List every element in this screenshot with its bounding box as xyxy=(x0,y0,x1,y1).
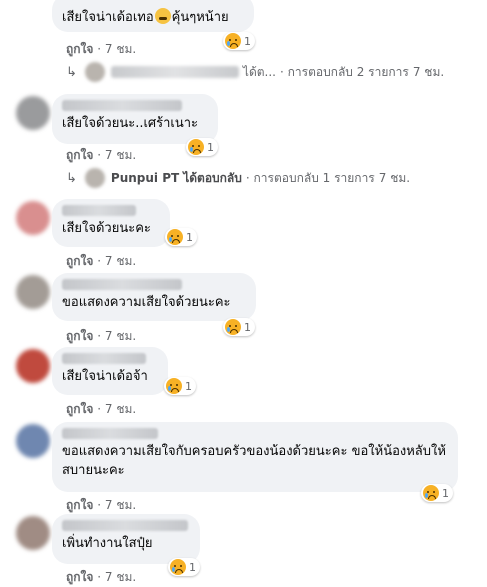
comment-meta: ถูกใจ · 7 ชม. xyxy=(66,148,137,162)
comment-bubble: เสียใจด้วยนะ..เศร้าเนาะ xyxy=(52,94,218,144)
like-link[interactable]: ถูกใจ xyxy=(66,498,93,512)
author-name[interactable] xyxy=(62,520,188,531)
comment-meta: ถูกใจ · 7 ชม. xyxy=(66,402,137,416)
comment-text: ขอแสดงความเสียใจด้วยนะคะ xyxy=(62,295,231,310)
comment-text: เสียใจน่าเด้อจ้า xyxy=(62,369,148,384)
author-name[interactable] xyxy=(62,428,158,439)
timestamp[interactable]: 7 ชม. xyxy=(105,329,136,343)
sad-emoji-icon xyxy=(225,33,241,49)
comment-text: เสียใจน่าเด้อเทอ คุ้นๆหน้าย xyxy=(62,8,229,25)
reply-avatar xyxy=(84,168,105,188)
reaction-count[interactable]: 1 xyxy=(421,484,453,502)
author-name[interactable] xyxy=(62,353,146,364)
reply-author-name: Punpui PT xyxy=(110,171,180,185)
comment-meta: ถูกใจ · 7 ชม. xyxy=(66,498,137,512)
reaction-count[interactable]: 1 xyxy=(223,318,255,336)
sad-emoji-icon xyxy=(167,229,183,245)
avatar[interactable] xyxy=(16,96,50,130)
comment-meta: ถูกใจ · 7 ชม. xyxy=(66,254,137,268)
view-replies-link[interactable]: ↳ Punpui PT ได้ตอบกลับ · การตอบกลับ 1 รา… xyxy=(66,168,410,188)
author-name[interactable] xyxy=(62,205,136,216)
comment-meta: ถูกใจ · 7 ชม. xyxy=(66,42,137,56)
comment-bubble: ขอแสดงความเสียใจกับครอบครัวของน้องด้วยนะ… xyxy=(52,422,458,492)
timestamp[interactable]: 7 ชม. xyxy=(105,570,136,584)
reaction-count[interactable]: 1 xyxy=(223,32,255,50)
comment-bubble: เสียใจน่าเด้อเทอ คุ้นๆหน้าย xyxy=(52,0,254,32)
reply-arrow-icon: ↳ xyxy=(66,64,77,80)
crying-face-icon xyxy=(154,8,171,24)
reaction-count[interactable]: 1 xyxy=(164,377,196,395)
comment-bubble: เสียใจน่าเด้อจ้า xyxy=(52,347,168,395)
timestamp[interactable]: 7 ชม. xyxy=(105,42,136,56)
comment-text: เสียใจด้วยนะคะ xyxy=(62,221,151,236)
like-link[interactable]: ถูกใจ xyxy=(66,254,93,268)
avatar[interactable] xyxy=(16,275,50,309)
comment-bubble: เสียใจด้วยนะคะ xyxy=(52,199,170,247)
comment-text: ขอแสดงความเสียใจกับครอบครัวของน้องด้วยนะ… xyxy=(62,444,446,478)
comment-meta: ถูกใจ · 7 ชม. xyxy=(66,570,137,584)
like-link[interactable]: ถูกใจ xyxy=(66,570,93,584)
author-name[interactable] xyxy=(62,100,182,111)
like-link[interactable]: ถูกใจ xyxy=(66,329,93,343)
avatar[interactable] xyxy=(16,424,50,458)
comment-bubble: ขอแสดงความเสียใจด้วยนะคะ xyxy=(52,273,256,321)
reply-avatar xyxy=(84,62,105,82)
like-link[interactable]: ถูกใจ xyxy=(66,402,93,416)
reaction-count[interactable]: 1 xyxy=(168,558,200,576)
timestamp[interactable]: 7 ชม. xyxy=(105,254,136,268)
comment-meta: ถูกใจ · 7 ชม. xyxy=(66,329,137,343)
sad-emoji-icon xyxy=(423,485,439,501)
like-link[interactable]: ถูกใจ xyxy=(66,148,93,162)
sad-emoji-icon xyxy=(166,378,182,394)
reaction-count[interactable]: 1 xyxy=(165,228,197,246)
timestamp[interactable]: 7 ชม. xyxy=(105,148,136,162)
reaction-count[interactable]: 1 xyxy=(186,138,218,156)
reply-author-name xyxy=(110,66,239,78)
sad-emoji-icon xyxy=(170,559,186,575)
reply-arrow-icon: ↳ xyxy=(66,170,77,186)
timestamp[interactable]: 7 ชม. xyxy=(105,498,136,512)
avatar[interactable] xyxy=(16,516,50,550)
sad-emoji-icon xyxy=(188,139,204,155)
comment-text: เสียใจด้วยนะ..เศร้าเนาะ xyxy=(62,116,199,131)
avatar[interactable] xyxy=(16,349,50,383)
comment-text: เพิ่นทำงานใสปุ๋ย xyxy=(62,536,153,551)
view-replies-link[interactable]: ↳ ได้ต... · การตอบกลับ 2 รายการ 7 ชม. xyxy=(66,62,444,82)
timestamp[interactable]: 7 ชม. xyxy=(105,402,136,416)
author-name[interactable] xyxy=(62,279,182,290)
like-link[interactable]: ถูกใจ xyxy=(66,42,93,56)
comment-bubble: เพิ่นทำงานใสปุ๋ย xyxy=(52,514,200,564)
sad-emoji-icon xyxy=(225,319,241,335)
avatar[interactable] xyxy=(16,201,50,235)
